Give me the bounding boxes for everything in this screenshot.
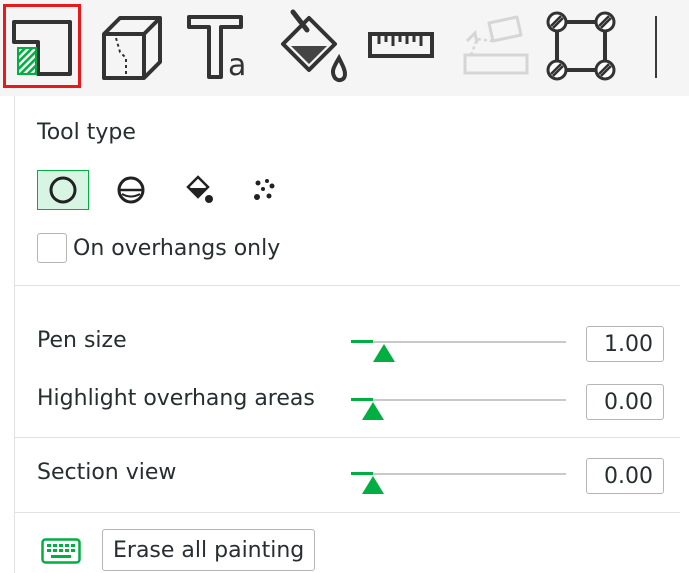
cut-cube-icon [102, 16, 162, 80]
brim-ears-icon [546, 11, 616, 81]
cut-tool-button[interactable] [92, 4, 170, 88]
assembly-tool-button[interactable] [456, 4, 534, 88]
toolbar-separator [655, 16, 657, 78]
divider [15, 512, 680, 513]
slider-track [351, 473, 566, 475]
slider-thumb[interactable] [373, 344, 395, 362]
divider [15, 437, 680, 438]
slider-fill [351, 340, 373, 343]
assembly-icon [463, 15, 529, 75]
section-view-slider[interactable] [351, 460, 566, 494]
tool-type-sphere-button[interactable] [105, 170, 157, 210]
pen-size-label: Pen size [37, 328, 127, 353]
pen-size-input[interactable]: 1.00 [586, 326, 664, 362]
slider-fill [351, 472, 373, 475]
gap-fill-icon [254, 179, 275, 200]
highlight-overhang-label: Highlight overhang areas [37, 386, 315, 411]
section-view-input[interactable]: 0.00 [586, 458, 664, 494]
ruler-icon [368, 32, 434, 58]
sphere-icon [117, 176, 145, 204]
overhangs-only-checkbox[interactable] [37, 233, 67, 263]
tool-type-circle-button[interactable] [37, 170, 89, 210]
slider-thumb[interactable] [362, 402, 384, 420]
gizmo-toolbar: a [0, 0, 689, 96]
slider-track [351, 341, 566, 343]
color-paint-icon [281, 9, 348, 83]
section-view-label: Section view [37, 460, 177, 485]
tool-type-fill-button[interactable] [173, 170, 225, 210]
slider-fill [351, 398, 373, 401]
tool-type-gap-fill-button[interactable] [239, 170, 291, 210]
text-tool-button[interactable]: a [180, 4, 258, 88]
highlight-overhang-slider[interactable] [351, 386, 566, 420]
highlight-overhang-input[interactable]: 0.00 [586, 384, 664, 420]
keyboard-icon[interactable] [41, 538, 81, 564]
circle-icon [49, 176, 77, 204]
text-tool-glyph: a [228, 48, 246, 81]
support-paint-panel: Tool type On overhangs only Pen size 1.0… [14, 96, 689, 573]
overhangs-only-label: On overhangs only [73, 235, 281, 261]
slider-thumb[interactable] [362, 476, 384, 494]
brim-ears-tool-button[interactable] [542, 4, 620, 88]
tool-type-label: Tool type [37, 120, 136, 145]
support-paint-icon [12, 20, 72, 76]
divider [15, 285, 680, 286]
pen-size-slider[interactable] [351, 328, 566, 362]
slider-track [351, 399, 566, 401]
erase-all-painting-button[interactable]: Erase all painting [102, 529, 316, 571]
fill-bucket-icon [186, 175, 213, 203]
text-icon: a [187, 15, 246, 81]
support-paint-tool-button[interactable] [3, 4, 81, 88]
measure-tool-button[interactable] [362, 4, 440, 88]
color-paint-tool-button[interactable] [272, 4, 350, 88]
overhangs-only-row[interactable]: On overhangs only [37, 233, 280, 263]
